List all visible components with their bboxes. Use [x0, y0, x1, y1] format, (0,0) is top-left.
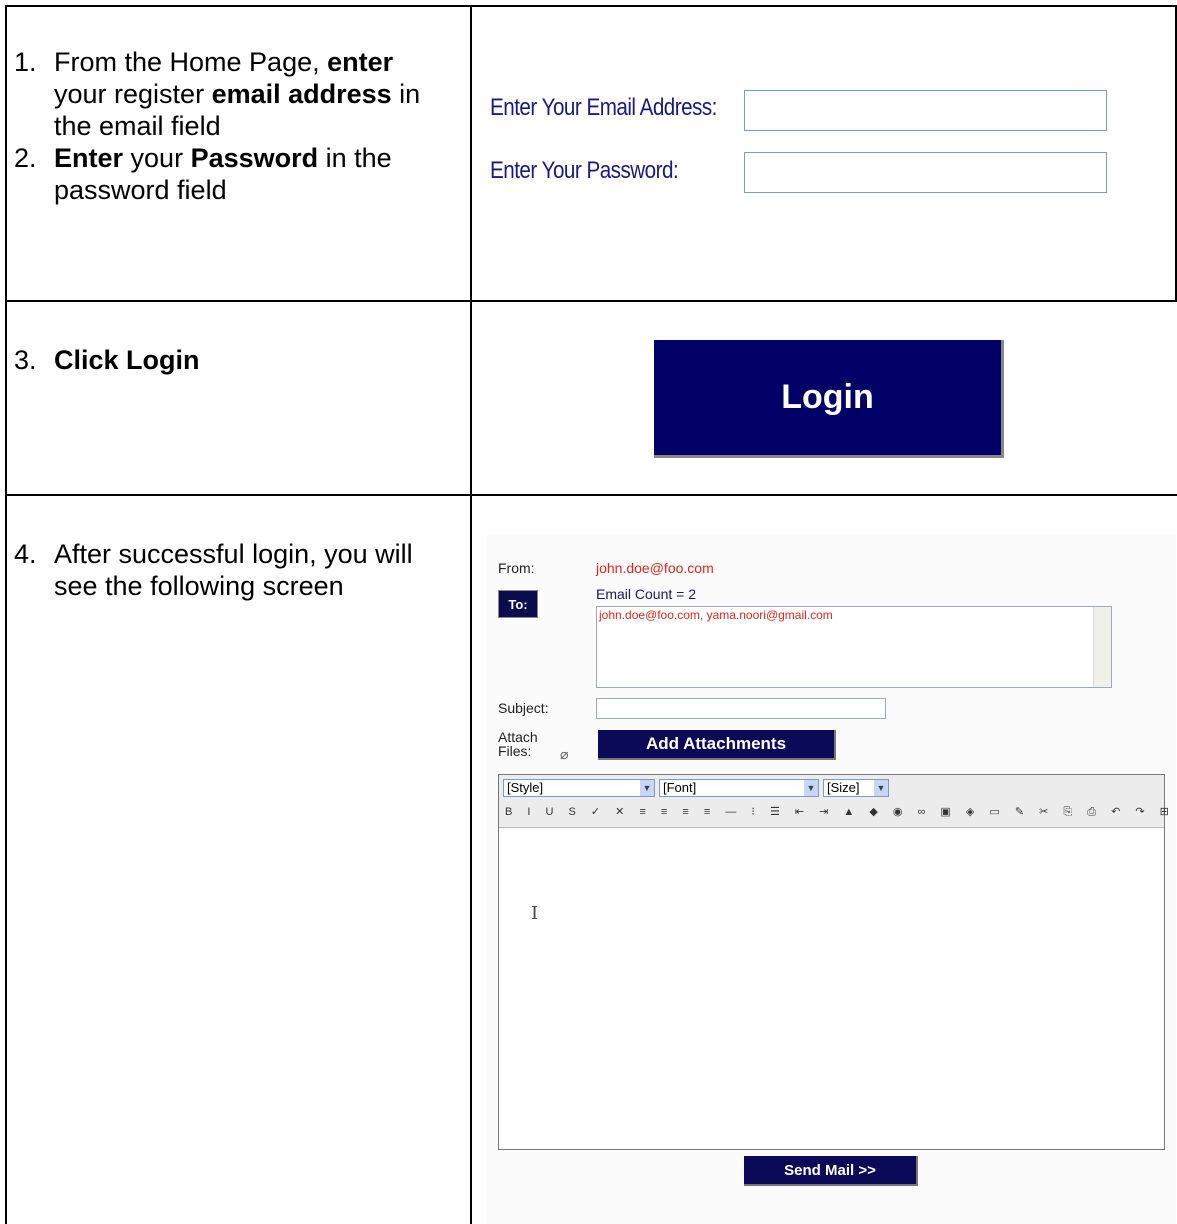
subject-label: Subject: [498, 700, 549, 716]
rich-text-editor[interactable]: [Style] ▼ [Font] ▼ [Size] ▼ B I U S ✓ ✕ ≡ ≡… [498, 774, 1169, 1150]
font-select[interactable]: [Font] ▼ [659, 779, 819, 797]
email-label: Enter Your Email Address: [490, 94, 717, 121]
editor-toolbar: [Style] ▼ [Font] ▼ [Size] ▼ B I U S ✓ ✕ ≡ ≡… [499, 775, 1169, 828]
chevron-down-icon: ▼ [874, 780, 888, 796]
step-4: 4. After successful login, you will see t… [14, 539, 413, 601]
email-field[interactable] [744, 90, 1107, 131]
login-button[interactable]: Login [654, 340, 1004, 458]
table-border-left [5, 5, 7, 1224]
from-label: From: [498, 560, 535, 576]
to-scrollbar[interactable] [1093, 607, 1111, 687]
step-3: 3. Click Login [14, 345, 200, 375]
chevron-down-icon: ▼ [640, 780, 654, 796]
table-row-divider-1 [5, 300, 1177, 302]
table-row-divider-2 [5, 494, 1177, 496]
to-recipients-value: john.doe@foo.com, yama.noori@gmail.com [599, 608, 833, 622]
email-composer: From: john.doe@foo.com To: Email Count =… [486, 534, 1176, 1224]
formatting-toolbar-icons[interactable]: B I U S ✓ ✕ ≡ ≡ ≡ ≡ — ⁝ ☰ ⇤ ⇥ ▲ ◆ ◉ ∞ ▣ … [505, 805, 1175, 819]
add-attachments-button[interactable]: Add Attachments [598, 730, 836, 760]
step-1: 1. From the Home Page, enter your registe… [14, 47, 421, 141]
table-border-top [5, 5, 1177, 7]
size-select[interactable]: [Size] ▼ [823, 779, 889, 797]
attach-label: Attach Files: [498, 729, 538, 759]
to-recipients-field[interactable]: john.doe@foo.com, yama.noori@gmail.com [596, 606, 1112, 688]
style-select[interactable]: [Style] ▼ [503, 779, 655, 797]
password-field[interactable] [744, 152, 1107, 193]
password-label: Enter Your Password: [490, 157, 679, 184]
text-cursor-icon: I [531, 903, 539, 924]
step-2: 2. Enter your Password in the password fi… [14, 143, 392, 205]
email-count: Email Count = 2 [596, 586, 696, 602]
step-3-cell: 3. Click Login [14, 344, 454, 376]
steps-1-2: 1. From the Home Page, enter your registe… [14, 46, 454, 206]
step-4-cell: 4. After successful login, you will see t… [14, 538, 454, 602]
subject-input[interactable] [596, 698, 886, 719]
paperclip-icon: ⌀ [560, 746, 569, 762]
to-button[interactable]: To: [498, 590, 538, 618]
table-divider-vertical [470, 5, 472, 1224]
chevron-down-icon: ▼ [804, 780, 818, 796]
from-value: john.doe@foo.com [596, 560, 714, 576]
send-mail-button[interactable]: Send Mail >> [744, 1156, 918, 1186]
